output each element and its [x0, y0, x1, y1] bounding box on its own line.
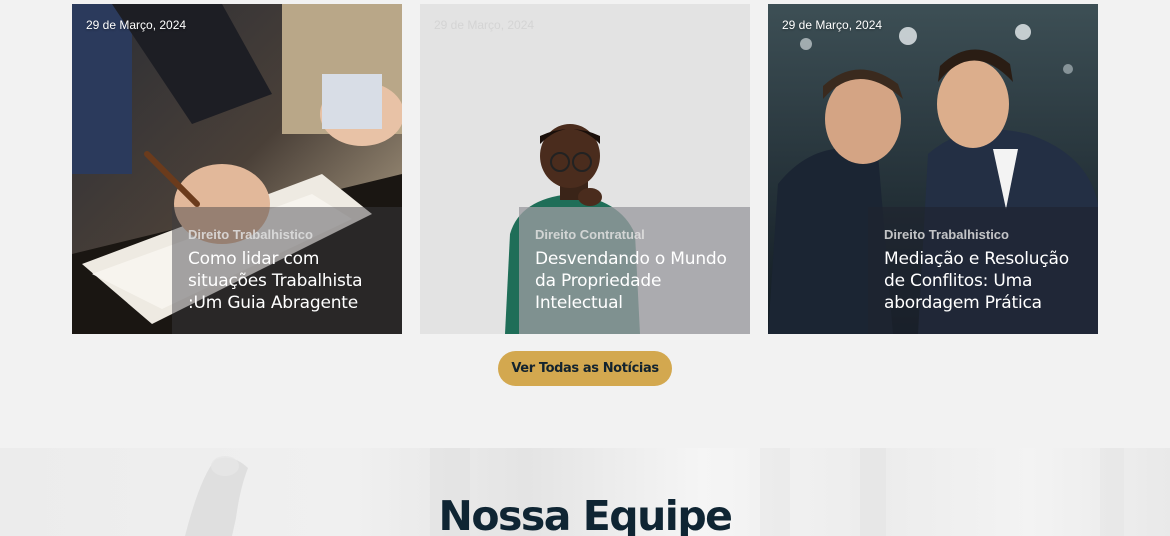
news-category[interactable]: Direito Trabalhistico: [188, 227, 386, 242]
view-all-news-button[interactable]: Ver Todas as Notícias: [498, 351, 672, 386]
news-date: 29 de Março, 2024: [434, 18, 535, 32]
news-title[interactable]: Mediação e Resolução de Conflitos: Uma a…: [884, 248, 1082, 314]
news-date: 29 de Março, 2024: [782, 18, 883, 32]
news-title[interactable]: Desvendando o Mundo da Propriedade Intel…: [535, 248, 734, 314]
news-card-caption: Direito Contratual Desvendando o Mundo d…: [519, 207, 750, 334]
news-card-caption: Direito Trabalhistico Como lidar com sit…: [172, 207, 402, 334]
news-date: 29 de Março, 2024: [86, 18, 187, 32]
news-card-caption: Direito Trabalhistico Mediação e Resoluç…: [868, 207, 1098, 334]
team-heading: Nossa Equipe: [438, 492, 733, 536]
news-card[interactable]: 29 de Março, 2024 Direito Trabalhistico …: [72, 4, 402, 334]
news-card[interactable]: 29 de Março, 2024 Direito Contratual Des…: [420, 4, 750, 334]
news-card[interactable]: 29 de Março, 2024 Direito Trabalhistico …: [768, 4, 1098, 334]
news-title[interactable]: Como lidar com situações Trabalhista :Um…: [188, 248, 386, 314]
team-section: Nossa Equipe: [0, 448, 1170, 536]
news-cards: 29 de Março, 2024 Direito Trabalhistico …: [72, 4, 1098, 334]
news-category[interactable]: Direito Contratual: [535, 227, 734, 242]
news-category[interactable]: Direito Trabalhistico: [884, 227, 1082, 242]
